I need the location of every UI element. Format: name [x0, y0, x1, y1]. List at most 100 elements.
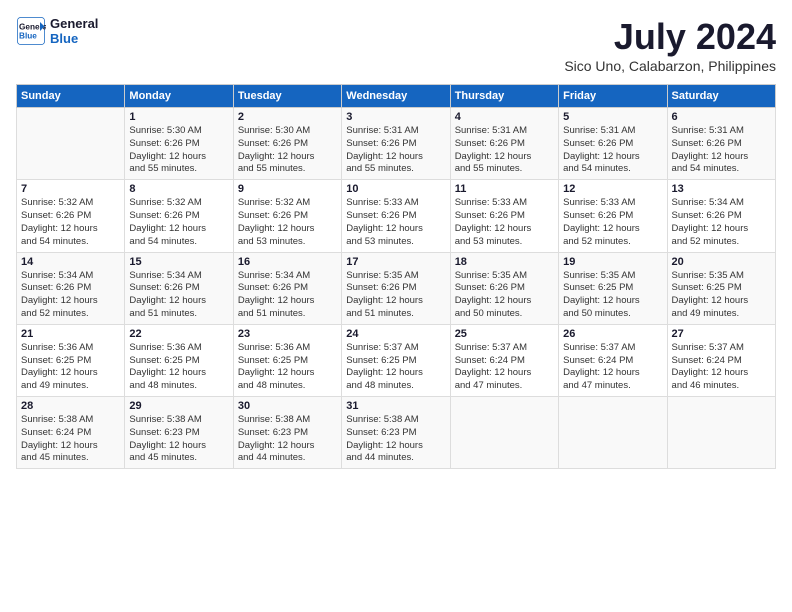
cell-content-line: Sunrise: 5:37 AM	[346, 342, 445, 355]
cell-content-line: and 44 minutes.	[238, 452, 337, 465]
cell-content-line: Daylight: 12 hours	[346, 295, 445, 308]
logo-text-line1: General	[50, 16, 98, 31]
calendar-cell: 14 Sunrise: 5:34 AMSunset: 6:26 PMDayligh…	[17, 252, 125, 324]
calendar-cell: 30Sunrise: 5:38 AMSunset: 6:23 PMDayligh…	[233, 397, 341, 469]
cell-content-line: Sunrise: 5:38 AM	[21, 414, 120, 427]
column-header-thursday: Thursday	[450, 85, 558, 108]
cell-content-line: Sunset: 6:26 PM	[21, 282, 120, 295]
cell-content-line: Daylight: 12 hours	[238, 295, 337, 308]
day-number: 20	[672, 256, 771, 268]
cell-content-line: Daylight: 12 hours	[455, 295, 554, 308]
cell-content-line: Sunset: 6:25 PM	[563, 282, 662, 295]
day-number: 27	[672, 328, 771, 340]
cell-content-line: Sunrise: 5:33 AM	[455, 197, 554, 210]
cell-content-line: Sunrise: 5:31 AM	[672, 125, 771, 138]
cell-content-line: and 55 minutes.	[455, 163, 554, 176]
day-number: 17	[346, 256, 445, 268]
column-header-tuesday: Tuesday	[233, 85, 341, 108]
day-number: 14	[21, 256, 120, 268]
cell-content-line: Daylight: 12 hours	[238, 151, 337, 164]
calendar-cell: 29Sunrise: 5:38 AMSunset: 6:23 PMDayligh…	[125, 397, 233, 469]
cell-content-line: Sunrise: 5:30 AM	[129, 125, 228, 138]
cell-content-line: Sunset: 6:26 PM	[21, 210, 120, 223]
calendar-cell: 9Sunrise: 5:32 AMSunset: 6:26 PMDaylight…	[233, 180, 341, 252]
column-header-friday: Friday	[559, 85, 667, 108]
day-number: 3	[346, 111, 445, 123]
calendar-cell	[450, 397, 558, 469]
cell-content-line: and 55 minutes.	[129, 163, 228, 176]
day-number: 4	[455, 111, 554, 123]
cell-content-line: Sunset: 6:25 PM	[346, 355, 445, 368]
calendar-cell	[17, 108, 125, 180]
day-number: 1	[129, 111, 228, 123]
cell-content-line: Daylight: 12 hours	[129, 440, 228, 453]
calendar-cell	[667, 397, 775, 469]
cell-content-line: and 52 minutes.	[563, 236, 662, 249]
column-header-saturday: Saturday	[667, 85, 775, 108]
calendar-title: July 2024	[564, 16, 776, 58]
calendar-subtitle: Sico Uno, Calabarzon, Philippines	[564, 58, 776, 74]
cell-content-line: and 47 minutes.	[563, 380, 662, 393]
cell-content-line: and 49 minutes.	[21, 380, 120, 393]
cell-content-line: Sunrise: 5:35 AM	[455, 270, 554, 283]
cell-content-line: Sunrise: 5:38 AM	[346, 414, 445, 427]
cell-content-line: Daylight: 12 hours	[455, 367, 554, 380]
day-number: 16	[238, 256, 337, 268]
title-block: July 2024 Sico Uno, Calabarzon, Philippi…	[564, 16, 776, 74]
cell-content-line: Daylight: 12 hours	[563, 295, 662, 308]
svg-text:Blue: Blue	[19, 32, 37, 41]
cell-content-line: and 52 minutes.	[672, 236, 771, 249]
cell-content-line: Sunset: 6:26 PM	[346, 210, 445, 223]
calendar-page: General Blue General Blue July 2024 Sico…	[0, 0, 792, 612]
cell-content-line: Sunrise: 5:30 AM	[238, 125, 337, 138]
cell-content-line: Sunset: 6:23 PM	[238, 427, 337, 440]
cell-content-line: Sunset: 6:26 PM	[346, 282, 445, 295]
day-number: 19	[563, 256, 662, 268]
cell-content-line: Sunrise: 5:37 AM	[672, 342, 771, 355]
cell-content-line: and 45 minutes.	[129, 452, 228, 465]
cell-content-line: Daylight: 12 hours	[563, 151, 662, 164]
cell-content-line: and 54 minutes.	[21, 236, 120, 249]
calendar-cell: 18Sunrise: 5:35 AMSunset: 6:26 PMDayligh…	[450, 252, 558, 324]
cell-content-line: Sunrise: 5:31 AM	[455, 125, 554, 138]
calendar-week-row: 28Sunrise: 5:38 AMSunset: 6:24 PMDayligh…	[17, 397, 776, 469]
cell-content-line: Daylight: 12 hours	[672, 295, 771, 308]
cell-content-line: Daylight: 12 hours	[21, 295, 120, 308]
cell-content-line: Daylight: 12 hours	[346, 440, 445, 453]
cell-content-line: Sunrise: 5:34 AM	[21, 270, 120, 283]
cell-content-line: and 51 minutes.	[129, 308, 228, 321]
cell-content-line: Sunset: 6:25 PM	[238, 355, 337, 368]
calendar-cell: 1Sunrise: 5:30 AMSunset: 6:26 PMDaylight…	[125, 108, 233, 180]
cell-content-line: Sunrise: 5:35 AM	[672, 270, 771, 283]
day-number: 13	[672, 183, 771, 195]
page-header: General Blue General Blue July 2024 Sico…	[16, 16, 776, 74]
cell-content-line: and 50 minutes.	[455, 308, 554, 321]
day-number: 2	[238, 111, 337, 123]
cell-content-line: Sunset: 6:25 PM	[129, 355, 228, 368]
day-number: 28	[21, 400, 120, 412]
cell-content-line: Sunset: 6:26 PM	[238, 210, 337, 223]
cell-content-line: Sunset: 6:23 PM	[129, 427, 228, 440]
cell-content-line: Sunset: 6:26 PM	[346, 138, 445, 151]
day-number: 21	[21, 328, 120, 340]
cell-content-line: Sunrise: 5:36 AM	[129, 342, 228, 355]
cell-content-line: Daylight: 12 hours	[672, 223, 771, 236]
calendar-week-row: 21Sunrise: 5:36 AMSunset: 6:25 PMDayligh…	[17, 324, 776, 396]
cell-content-line: and 55 minutes.	[346, 163, 445, 176]
day-number: 10	[346, 183, 445, 195]
calendar-cell: 16Sunrise: 5:34 AMSunset: 6:26 PMDayligh…	[233, 252, 341, 324]
day-number: 22	[129, 328, 228, 340]
day-number: 31	[346, 400, 445, 412]
cell-content-line: Sunset: 6:26 PM	[129, 138, 228, 151]
calendar-cell: 15Sunrise: 5:34 AMSunset: 6:26 PMDayligh…	[125, 252, 233, 324]
calendar-week-row: 1Sunrise: 5:30 AMSunset: 6:26 PMDaylight…	[17, 108, 776, 180]
calendar-cell: 26Sunrise: 5:37 AMSunset: 6:24 PMDayligh…	[559, 324, 667, 396]
day-number: 5	[563, 111, 662, 123]
cell-content-line: Daylight: 12 hours	[21, 440, 120, 453]
cell-content-line: and 54 minutes.	[672, 163, 771, 176]
calendar-week-row: 14Sunrise: 5:34 AMSunset: 6:26 PMDayligh…	[17, 252, 776, 324]
cell-content-line: Sunset: 6:26 PM	[672, 138, 771, 151]
cell-content-line: Sunset: 6:26 PM	[672, 210, 771, 223]
cell-content-line: Daylight: 12 hours	[346, 223, 445, 236]
calendar-cell: 23Sunrise: 5:36 AMSunset: 6:25 PMDayligh…	[233, 324, 341, 396]
